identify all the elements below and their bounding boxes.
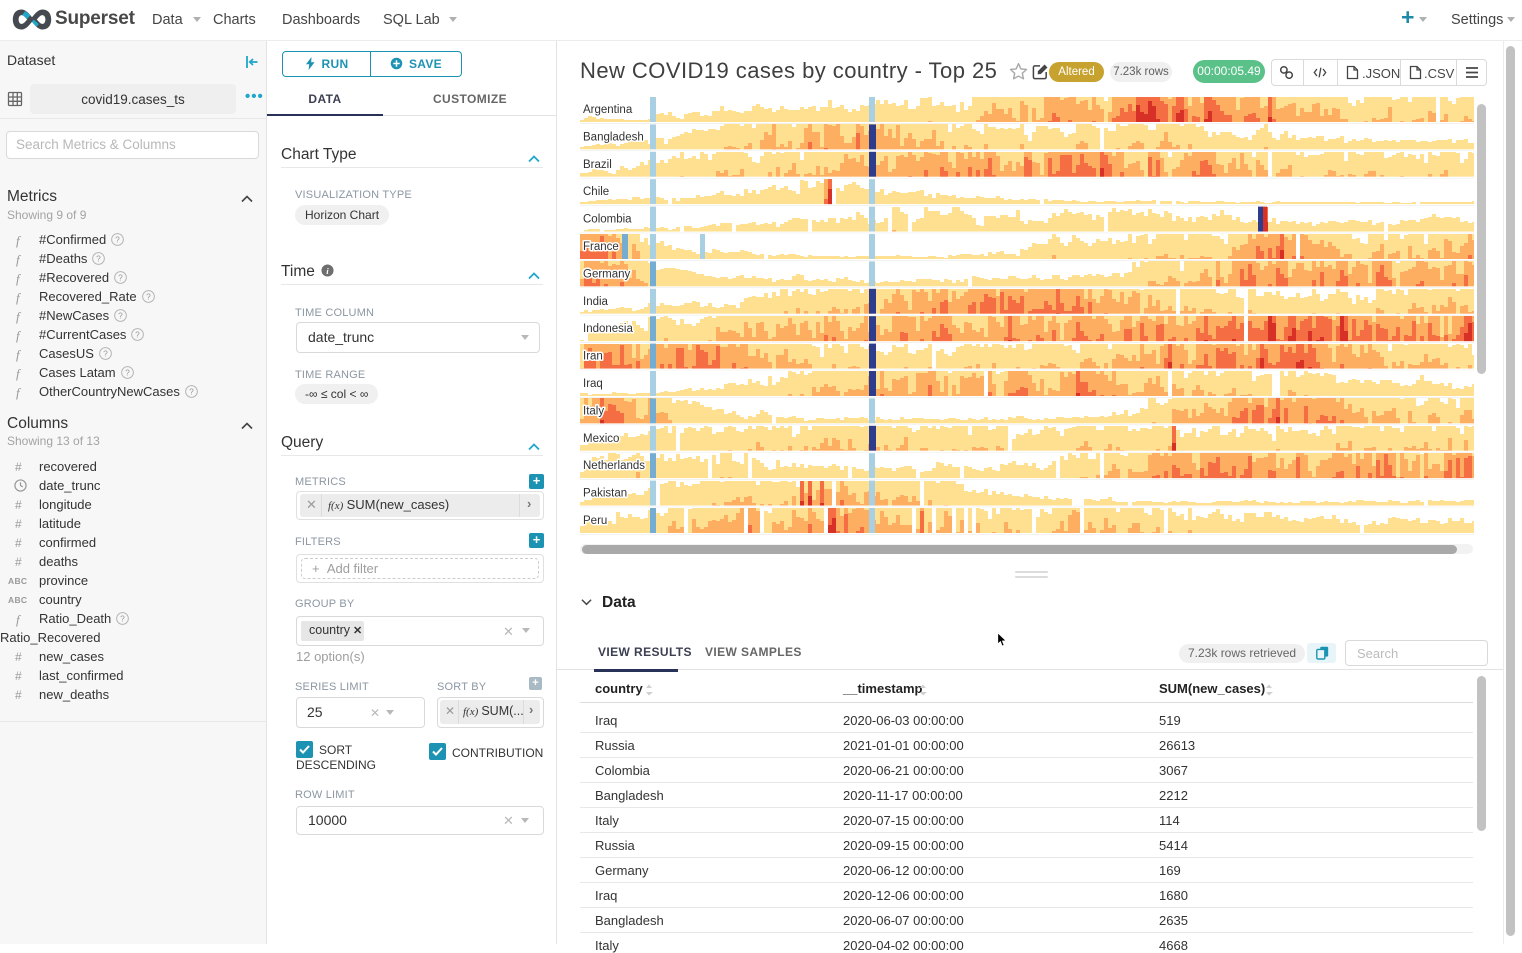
svg-text:Bangladesh: Bangladesh bbox=[583, 131, 644, 143]
svg-text:?: ? bbox=[136, 329, 141, 339]
svg-text:?: ? bbox=[189, 386, 194, 396]
svg-text:Brazil: Brazil bbox=[583, 159, 612, 171]
svg-text:?: ? bbox=[118, 272, 123, 282]
svg-text:?: ? bbox=[97, 253, 102, 263]
svg-text:Peru: Peru bbox=[583, 515, 607, 527]
svg-text:?: ? bbox=[103, 348, 108, 358]
svg-text:Argentina: Argentina bbox=[583, 104, 633, 116]
svg-text:Colombia: Colombia bbox=[583, 214, 632, 226]
svg-text:France: France bbox=[583, 241, 619, 253]
svg-text:Pakistan: Pakistan bbox=[583, 488, 627, 500]
svg-text:?: ? bbox=[146, 291, 151, 301]
svg-text:India: India bbox=[583, 296, 609, 308]
svg-text:Iran: Iran bbox=[583, 351, 603, 363]
svg-text:Italy: Italy bbox=[583, 405, 604, 417]
svg-text:?: ? bbox=[120, 613, 125, 623]
svg-text:Chile: Chile bbox=[583, 186, 609, 198]
svg-text:Netherlands: Netherlands bbox=[583, 460, 645, 472]
svg-text:?: ? bbox=[118, 310, 123, 320]
svg-text:Iraq: Iraq bbox=[583, 378, 603, 390]
svg-text:?: ? bbox=[125, 367, 130, 377]
svg-text:Germany: Germany bbox=[583, 268, 631, 280]
svg-text:?: ? bbox=[115, 234, 120, 244]
svg-text:Indonesia: Indonesia bbox=[583, 323, 633, 335]
svg-text:Mexico: Mexico bbox=[583, 433, 619, 445]
